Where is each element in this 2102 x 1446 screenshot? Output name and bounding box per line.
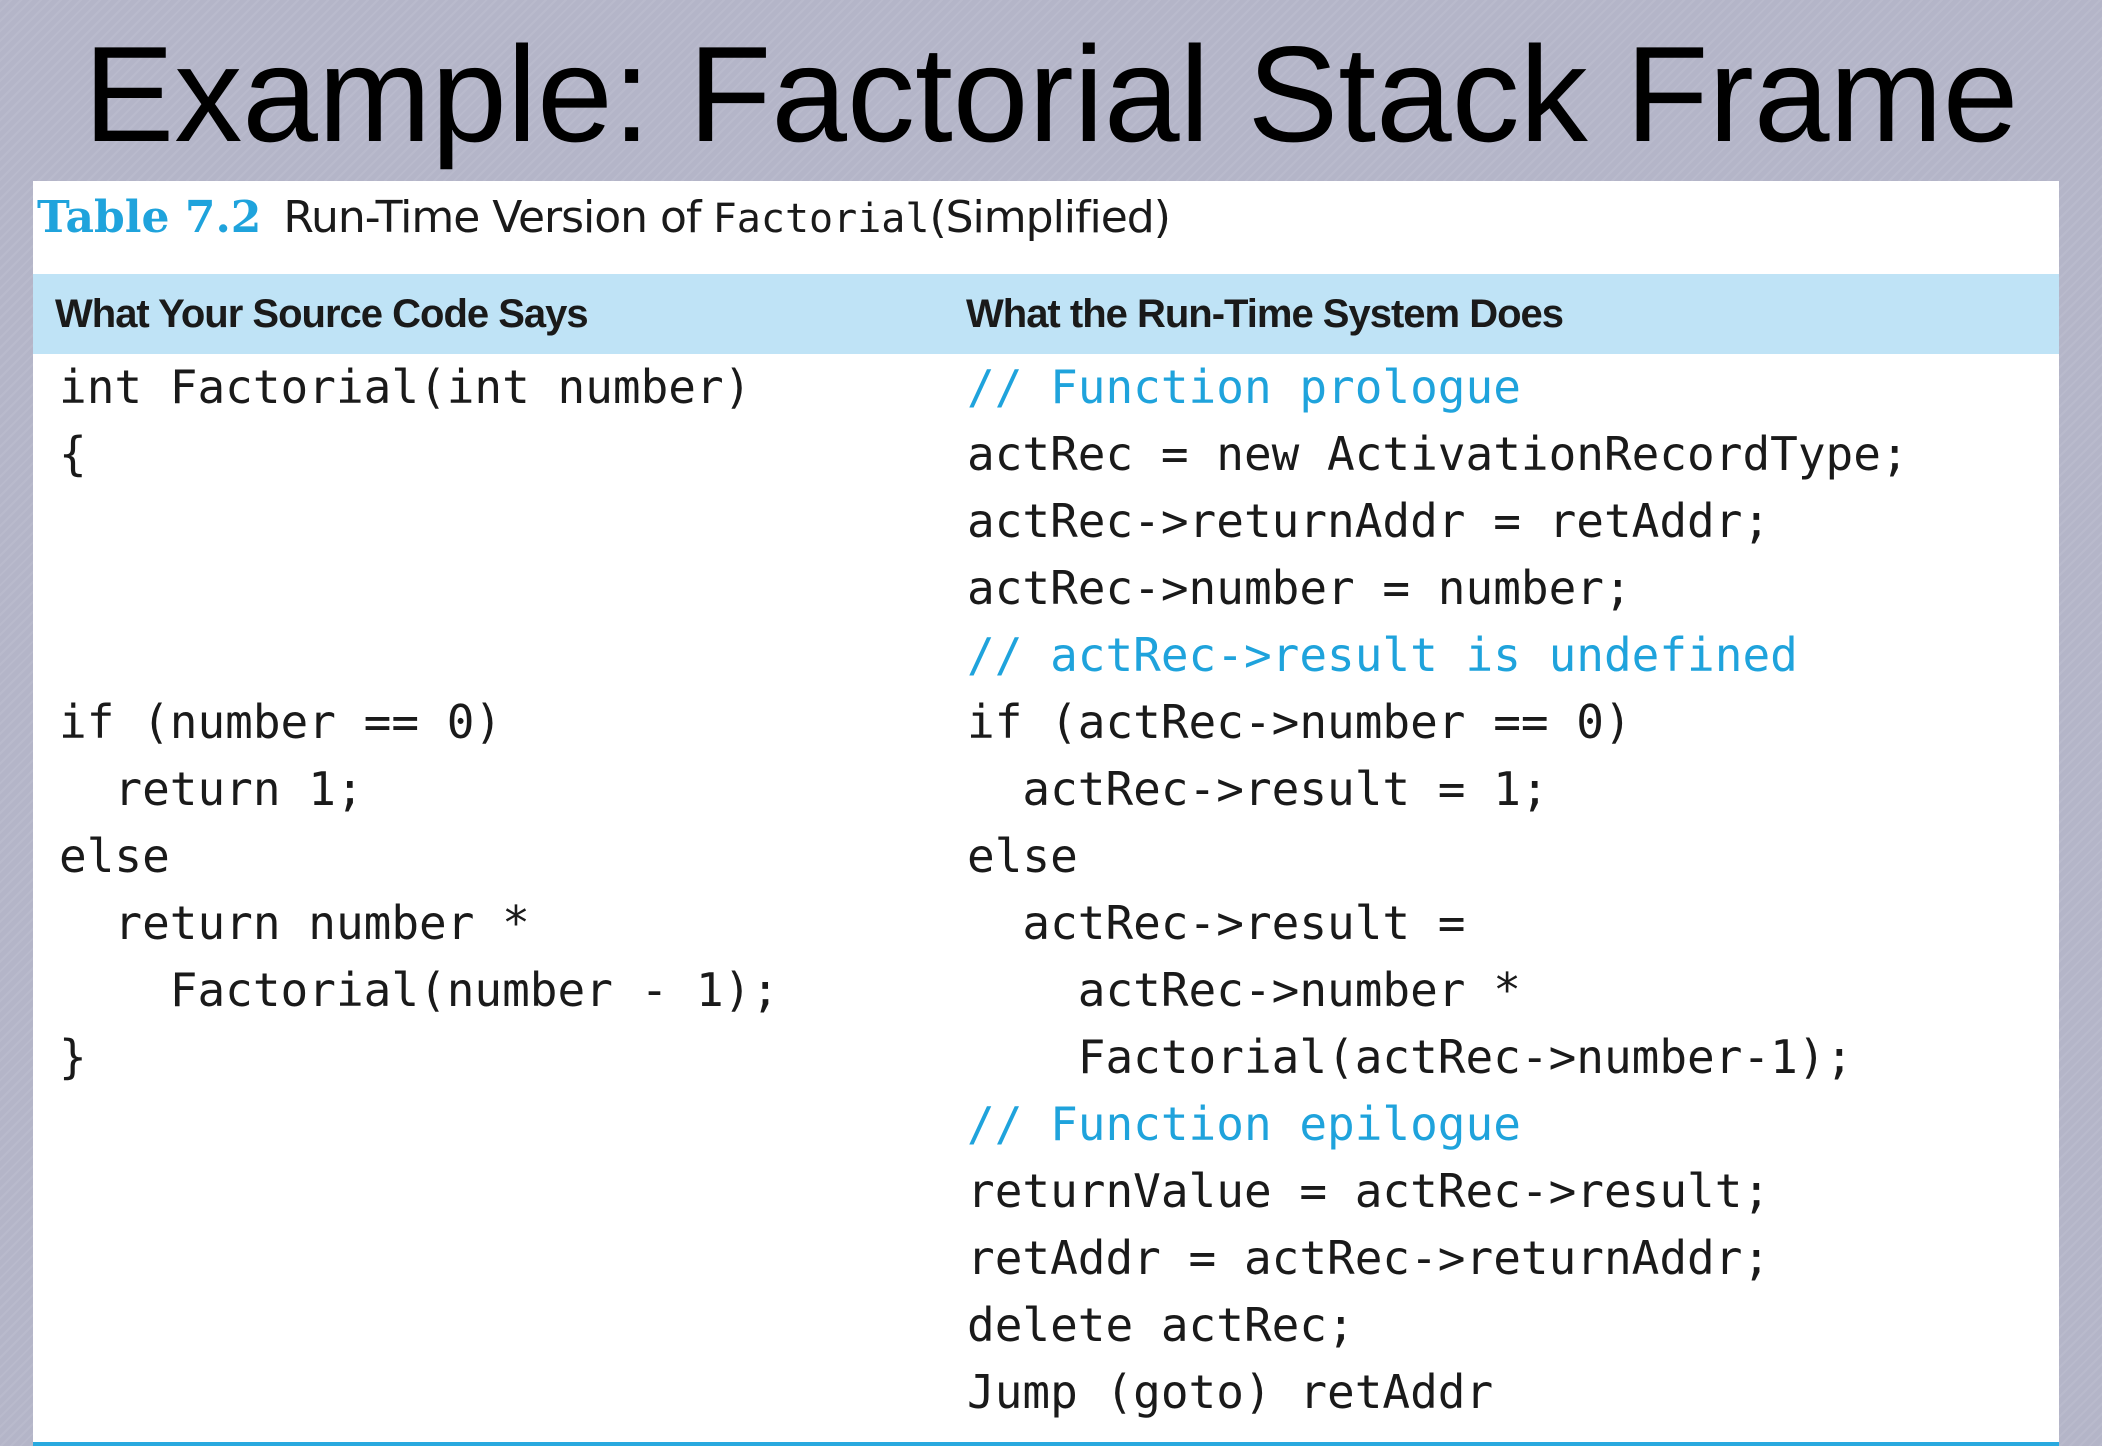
runtime-code-line: returnValue = actRec->result; [967, 1164, 1771, 1218]
source-code-column: int Factorial(int number) { if (number == … [59, 354, 779, 1091]
table-header-row: What Your Source Code Says What the Run-… [33, 274, 2059, 354]
runtime-code-line: Jump (goto) retAddr [967, 1365, 1494, 1419]
table-bottom-rule [33, 1442, 2059, 1446]
runtime-code-line: actRec->number * [967, 963, 1521, 1017]
runtime-comment-line: // Function epilogue [967, 1097, 1521, 1151]
runtime-comment-line: // actRec->result is undefined [967, 628, 1798, 682]
table-caption-suffix: (Simplified) [929, 192, 1170, 243]
table-panel: Table 7.2 Run-Time Version of Factorial(S… [33, 181, 2059, 1446]
runtime-comment-line: // Function prologue [967, 360, 1521, 414]
source-code-line [59, 555, 779, 622]
slide-title: Example: Factorial Stack Frame [83, 18, 2019, 170]
source-code-line: } [59, 1030, 87, 1084]
runtime-code-line: actRec->returnAddr = retAddr; [967, 494, 1771, 548]
table-caption: Table 7.2 Run-Time Version of Factorial(S… [37, 186, 1171, 250]
table-caption-text: Run-Time Version of [283, 192, 701, 243]
runtime-system-column: // Function prologue actRec = new Activat… [967, 354, 1909, 1426]
runtime-code-line: actRec = new ActivationRecordType; [967, 427, 1909, 481]
runtime-code-line: delete actRec; [967, 1298, 1355, 1352]
runtime-code-line: Factorial(actRec->number-1); [967, 1030, 1854, 1084]
source-code-line [59, 488, 779, 555]
source-code-line: if (number == 0) [59, 695, 503, 749]
source-code-line [59, 622, 779, 689]
table-caption-code: Factorial [712, 196, 930, 242]
runtime-code-line: actRec->number = number; [967, 561, 1632, 615]
source-code-line: else [59, 829, 170, 883]
runtime-code-line: actRec->result = [967, 896, 1466, 950]
source-code-line: Factorial(number - 1); [59, 963, 780, 1017]
runtime-code-line: else [967, 829, 1078, 883]
header-runtime-system: What the Run-Time System Does [966, 292, 1564, 336]
header-source-code: What Your Source Code Says [55, 292, 589, 336]
runtime-code-line: actRec->result = 1; [967, 762, 1549, 816]
table-number: Table 7.2 [37, 192, 262, 243]
runtime-code-line: if (actRec->number == 0) [967, 695, 1632, 749]
source-code-line: return 1; [59, 762, 364, 816]
source-code-line: return number * [59, 896, 530, 950]
runtime-code-line: retAddr = actRec->returnAddr; [967, 1231, 1771, 1285]
source-code-line: { [59, 427, 87, 481]
source-code-line: int Factorial(int number) [59, 360, 752, 414]
